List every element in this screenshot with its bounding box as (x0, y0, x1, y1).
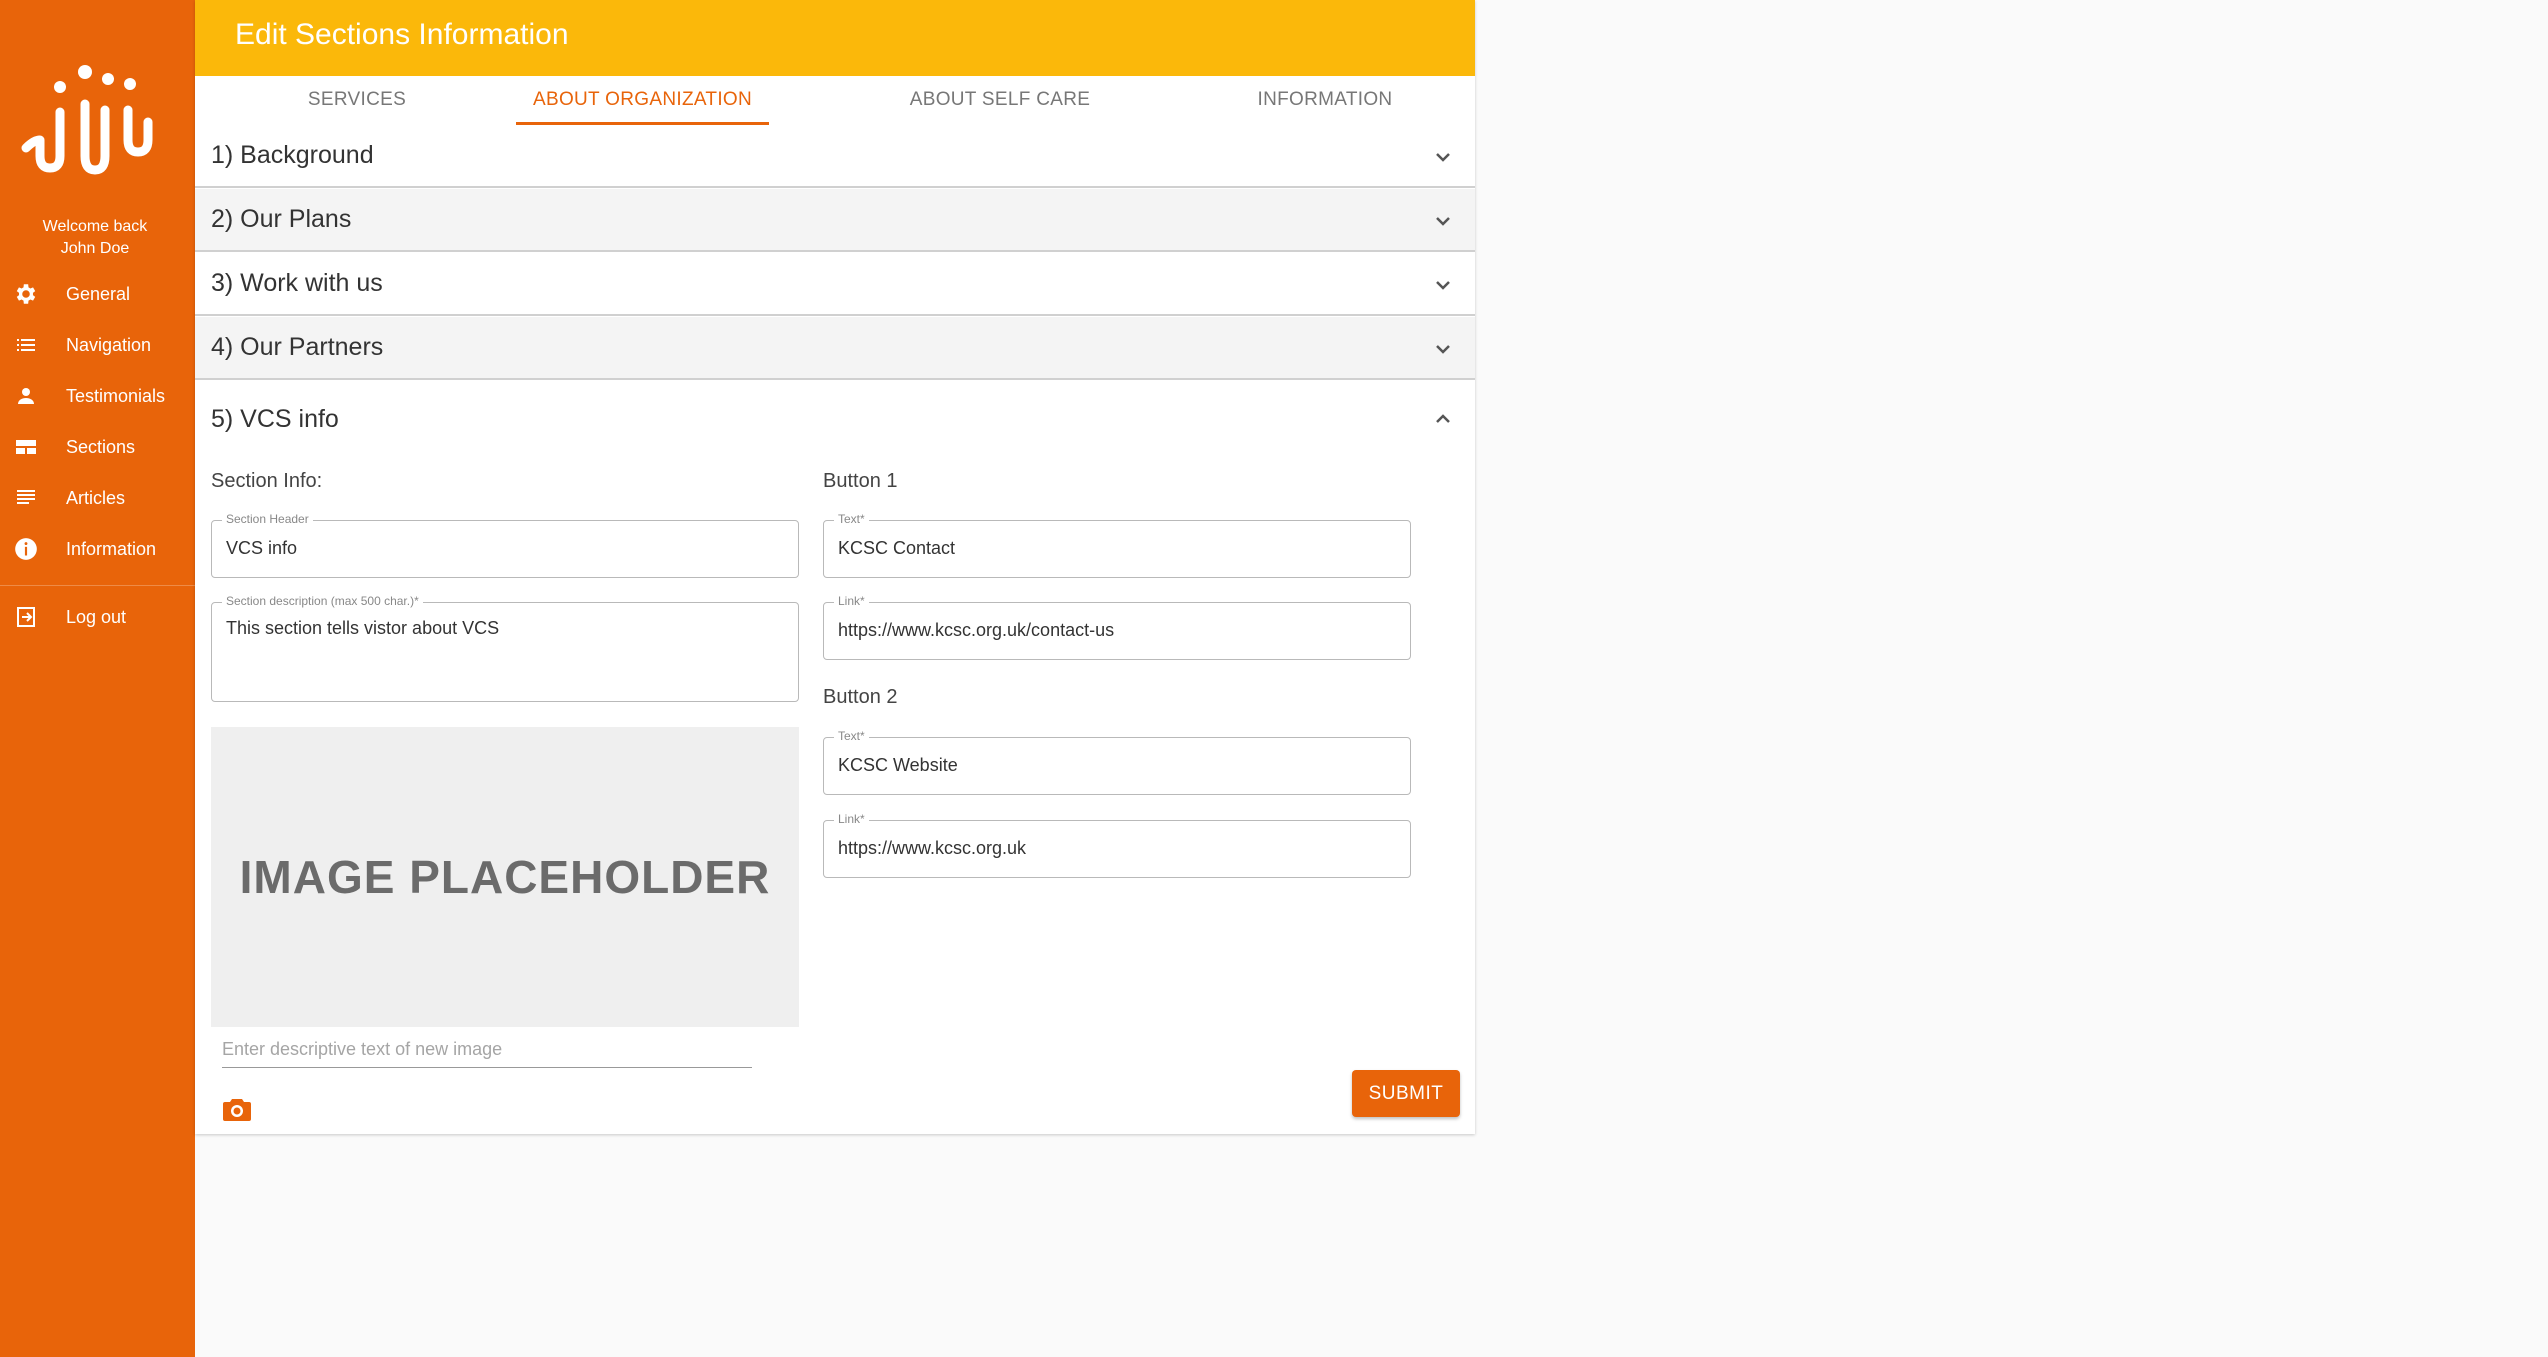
accordion-work-with-us[interactable]: 3) Work with us (195, 253, 1475, 316)
brand-logo (21, 65, 153, 175)
person-icon (13, 383, 39, 409)
field-label: Text* (834, 729, 869, 743)
user-name: John Doe (60, 240, 130, 257)
section-info-label: Section Info: (211, 470, 323, 492)
field-label: Section Header (222, 512, 313, 526)
button2-link-field[interactable]: Link* https://www.kcsc.org.uk (823, 812, 1411, 878)
sidebar-item-label: General (66, 283, 131, 304)
sidebar-item-label: Articles (66, 487, 126, 508)
page-header: Edit Sections Information (195, 0, 1475, 76)
chevron-down-icon (1436, 153, 1450, 162)
logout-icon (13, 604, 39, 630)
accordion-title: 4) Our Partners (211, 333, 384, 361)
accordion-title: 2) Our Plans (211, 205, 352, 233)
sidebar-item-testimonials[interactable]: Testimonials (0, 372, 195, 420)
info-icon (13, 536, 39, 562)
field-value: https://www.kcsc.org.uk (838, 838, 1027, 858)
field-label: Section description (max 500 char.)* (222, 594, 423, 608)
accordion-background[interactable]: 1) Background (195, 125, 1475, 188)
sidebar-item-navigation[interactable]: Navigation (0, 321, 195, 369)
tab-about-self-care[interactable]: ABOUT SELF CARE (855, 76, 1145, 124)
field-label: Link* (834, 594, 869, 608)
tab-about-organization[interactable]: ABOUT ORGANIZATION (516, 76, 769, 124)
main-panel: Edit Sections Information SERVICES ABOUT… (195, 0, 1475, 1134)
welcome-line: Welcome back (42, 218, 148, 235)
sidebar-item-label: Sections (66, 436, 136, 457)
field-value: VCS info (226, 538, 298, 558)
section-header-field[interactable]: Section Header VCS info (211, 512, 799, 578)
field-label: Text* (834, 512, 869, 526)
field-label: Link* (834, 812, 869, 826)
gear-icon (13, 281, 39, 307)
sidebar-item-label: Navigation (66, 334, 152, 355)
image-placeholder-text: IMAGE PLACEHOLDER (239, 851, 771, 903)
chevron-up-icon (1436, 414, 1450, 423)
article-icon (13, 485, 39, 511)
sidebar-item-articles[interactable]: Articles (0, 474, 195, 522)
button1-heading: Button 1 (823, 470, 898, 492)
button1-text-field[interactable]: Text* KCSC Contact (823, 512, 1411, 578)
image-placeholder: IMAGE PLACEHOLDER (211, 727, 799, 1027)
sidebar-item-general[interactable]: General (0, 270, 195, 318)
tab-information[interactable]: INFORMATION (1195, 76, 1455, 124)
chevron-down-icon (1436, 217, 1450, 226)
field-value: https://www.kcsc.org.uk/contact-us (838, 620, 1115, 640)
sidebar-item-label: Information (66, 538, 157, 559)
image-description-input[interactable] (222, 1034, 752, 1064)
tab-bar: SERVICES ABOUT ORGANIZATION ABOUT SELF C… (195, 76, 1475, 124)
image-description-field (222, 1034, 752, 1068)
chevron-down-icon (1436, 345, 1450, 354)
sections-icon (13, 434, 39, 460)
field-value: KCSC Website (838, 755, 958, 775)
accordion-title: 1) Background (211, 141, 374, 169)
field-value: KCSC Contact (838, 538, 956, 558)
submit-button[interactable]: SUBMIT (1352, 1070, 1460, 1117)
camera-icon[interactable] (222, 1097, 252, 1123)
accordion-our-plans[interactable]: 2) Our Plans (195, 189, 1475, 252)
page-title: Edit Sections Information (235, 18, 569, 51)
chevron-down-icon (1436, 281, 1450, 290)
sidebar-item-sections[interactable]: Sections (0, 423, 195, 471)
button1-link-field[interactable]: Link* https://www.kcsc.org.uk/contact-us (823, 594, 1411, 660)
list-icon (13, 332, 39, 358)
tab-services[interactable]: SERVICES (257, 76, 457, 124)
button2-text-field[interactable]: Text* KCSC Website (823, 729, 1411, 795)
button2-heading: Button 2 (823, 686, 898, 708)
accordion-vcs-info[interactable]: 5) VCS info (195, 385, 1475, 453)
accordion-title: 5) VCS info (211, 404, 339, 433)
sidebar-item-information[interactable]: Information (0, 525, 195, 573)
sidebar-item-logout[interactable]: Log out (0, 593, 195, 641)
sidebar-item-label: Testimonials (66, 385, 166, 406)
sidebar-divider (0, 585, 195, 586)
sidebar: Welcome back John Doe General Navigation… (0, 0, 195, 1357)
welcome-message: Welcome back John Doe (0, 216, 190, 260)
logout-label: Log out (66, 606, 127, 627)
section-description-field[interactable]: Section description (max 500 char.)* Thi… (211, 594, 799, 702)
accordion-our-partners[interactable]: 4) Our Partners (195, 317, 1475, 380)
accordion-title: 3) Work with us (211, 269, 383, 297)
field-value: This section tells vistor about VCS (226, 618, 500, 638)
